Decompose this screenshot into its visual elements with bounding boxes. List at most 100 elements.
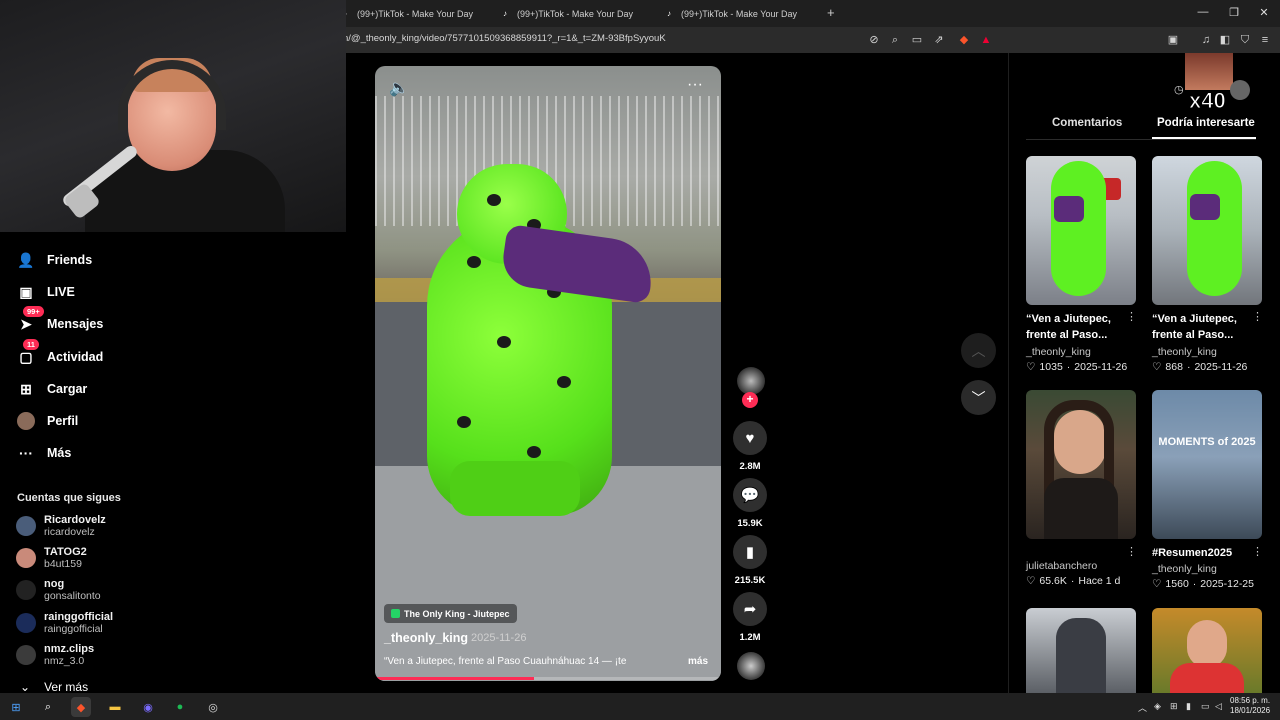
- more-options-icon[interactable]: ⋮: [1252, 310, 1263, 323]
- card-user[interactable]: julietabanchero: [1026, 560, 1097, 572]
- system-clock[interactable]: 08:56 p. m. 18/01/2026: [1230, 696, 1270, 716]
- browser-tab[interactable]: ♪(99+)TikTok - Make Your Day: [667, 4, 827, 23]
- url-field[interactable]: n/@_theonly_king/video/75771015093688599…: [343, 33, 666, 44]
- video-thumbnail[interactable]: [1026, 608, 1136, 693]
- windows-start-icon[interactable]: ⊞: [6, 697, 26, 717]
- tray-chevron-icon[interactable]: ︿: [1138, 701, 1147, 714]
- heart-icon: ♥: [733, 421, 767, 455]
- previous-video-button[interactable]: ︿: [961, 333, 996, 368]
- location-chip[interactable]: The Only King - Jiutepec: [384, 604, 517, 623]
- sidebar-item-activity[interactable]: ▢ 11 Actividad: [17, 339, 103, 368]
- follow-button[interactable]: +: [742, 392, 758, 408]
- tray-windows-icon[interactable]: ⊞: [1170, 701, 1178, 712]
- cast-icon[interactable]: ▭: [909, 32, 925, 48]
- video-author[interactable]: _theonly_king: [384, 631, 468, 645]
- following-account[interactable]: rainggofficial rainggofficial: [16, 608, 113, 638]
- profile-icon: [17, 412, 35, 430]
- more-options-icon[interactable]: ···: [687, 76, 703, 94]
- see-more-button[interactable]: ⌄ Ver más: [20, 680, 88, 694]
- sidebar-item-live[interactable]: ▣ LIVE: [17, 281, 74, 303]
- card-title[interactable]: “Ven a Jiutepec, frente al Paso...: [1152, 311, 1252, 343]
- like-button[interactable]: ♥ 2.8M: [733, 421, 767, 472]
- video-thumbnail[interactable]: [1026, 156, 1136, 305]
- spotify-icon[interactable]: ●: [170, 697, 190, 717]
- share-page-icon[interactable]: ⇗: [931, 32, 947, 48]
- heart-outline-icon: ♡: [1152, 578, 1162, 590]
- tab-suggested[interactable]: Podría interesarte: [1157, 117, 1255, 129]
- avatar: [16, 613, 36, 633]
- file-explorer-icon[interactable]: ▬: [105, 697, 125, 717]
- video-thumbnail[interactable]: [1026, 390, 1136, 539]
- webcam-overlay: [0, 0, 346, 232]
- brave-shield-icon[interactable]: ◆: [956, 32, 972, 48]
- card-user[interactable]: _theonly_king: [1026, 346, 1091, 358]
- new-tab-button[interactable]: +: [827, 5, 835, 20]
- close-icon[interactable]: ✕: [1257, 6, 1271, 19]
- following-account[interactable]: Ricardovelz ricardovelz: [16, 511, 106, 541]
- following-account[interactable]: nmz.clips nmz_3.0: [16, 640, 94, 670]
- card-title[interactable]: #Resumen2025: [1152, 545, 1252, 561]
- discord-icon[interactable]: ◉: [138, 697, 158, 717]
- tab-comments[interactable]: Comentarios: [1052, 117, 1122, 129]
- video-thumbnail[interactable]: [1152, 156, 1262, 305]
- bookmark-button[interactable]: ▮ 215.5K: [733, 535, 767, 586]
- share-button[interactable]: ➦ 1.2M: [733, 592, 767, 643]
- obs-icon[interactable]: ◎: [203, 697, 223, 717]
- sidebar-toggle-icon[interactable]: ◧: [1217, 32, 1233, 48]
- zoom-icon[interactable]: ⌕: [887, 32, 903, 48]
- card-user[interactable]: _theonly_king: [1152, 346, 1217, 358]
- activity-icon: ▢ 11: [17, 339, 39, 366]
- following-title: Cuentas que sigues: [17, 492, 121, 504]
- more-options-icon[interactable]: ⋮: [1252, 545, 1263, 558]
- sidebar-item-friends[interactable]: 👤 Friends: [17, 249, 92, 271]
- minimize-icon[interactable]: —: [1196, 6, 1210, 18]
- menu-icon[interactable]: ≡: [1257, 32, 1273, 48]
- card-meta: ♡ 65.6K · Hace 1 d: [1026, 575, 1121, 587]
- search-icon[interactable]: ⌕: [38, 697, 58, 717]
- volume-icon[interactable]: ◁: [1215, 701, 1222, 712]
- card-title[interactable]: “Ven a Jiutepec, frente al Paso...: [1026, 311, 1126, 343]
- sidebar-item-messages[interactable]: ➤ 99+ Mensajes: [17, 306, 103, 335]
- caption-more-button[interactable]: más: [688, 656, 708, 667]
- browser-tab[interactable]: ♪(99+)TikTok - Make Your Day: [503, 4, 663, 23]
- video-player[interactable]: 🔈 ··· The Only King - Jiutepec _theonly_…: [375, 66, 721, 681]
- avatar: [16, 580, 36, 600]
- thumbnail-text: MOMENTS of 2025: [1158, 436, 1256, 448]
- user-avatar[interactable]: [1230, 80, 1250, 100]
- tray-mic-icon[interactable]: ▮: [1186, 701, 1191, 712]
- video-thumbnail[interactable]: [1152, 608, 1262, 693]
- vpn-shield-icon[interactable]: ⛉: [1237, 32, 1253, 48]
- browser-tab[interactable]: ♪(99+)TikTok - Make Your Day: [343, 4, 503, 23]
- friends-icon: 👤: [17, 251, 35, 268]
- media-icon[interactable]: ♫: [1198, 32, 1214, 48]
- following-account[interactable]: nog gonsalitonto: [16, 575, 101, 605]
- clock-icon: ◷: [1174, 84, 1184, 96]
- more-options-icon[interactable]: ⋮: [1126, 310, 1137, 323]
- card-meta: ♡ 868 · 2025-11-26: [1152, 361, 1248, 373]
- brave-browser-icon[interactable]: ◆: [71, 697, 91, 717]
- creator-avatar[interactable]: [737, 367, 765, 395]
- brave-rewards-icon[interactable]: ▲: [978, 32, 994, 48]
- tiktok-icon: ♪: [503, 9, 507, 18]
- chevron-down-icon: ⌄: [20, 680, 31, 694]
- comment-button[interactable]: 💬 15.9K: [733, 478, 767, 529]
- sidebar-item-upload[interactable]: ⊞ Cargar: [17, 378, 87, 400]
- sidebar-item-more[interactable]: ··· Más: [17, 442, 71, 464]
- screenshot-icon[interactable]: ▣: [1165, 32, 1181, 48]
- following-account[interactable]: TATOG2 b4ut159: [16, 543, 87, 573]
- video-thumbnail[interactable]: MOMENTS of 2025: [1152, 390, 1262, 539]
- more-options-icon[interactable]: ⋮: [1126, 545, 1137, 558]
- active-tab-indicator: [1152, 137, 1256, 139]
- volume-icon[interactable]: 🔈: [389, 78, 409, 98]
- card-user[interactable]: _theonly_king: [1152, 563, 1217, 575]
- avatar: [16, 645, 36, 665]
- next-video-button[interactable]: ﹀: [961, 380, 996, 415]
- avatar: [16, 516, 36, 536]
- tracking-off-icon[interactable]: ⊘: [866, 32, 882, 48]
- music-disc-icon[interactable]: [737, 652, 765, 680]
- restore-icon[interactable]: ❐: [1227, 6, 1241, 19]
- sidebar-item-profile[interactable]: Perfil: [17, 410, 78, 432]
- messages-icon: ➤ 99+: [17, 306, 44, 333]
- network-icon[interactable]: ▭: [1201, 701, 1210, 712]
- tray-app-icon[interactable]: ◈: [1154, 701, 1161, 712]
